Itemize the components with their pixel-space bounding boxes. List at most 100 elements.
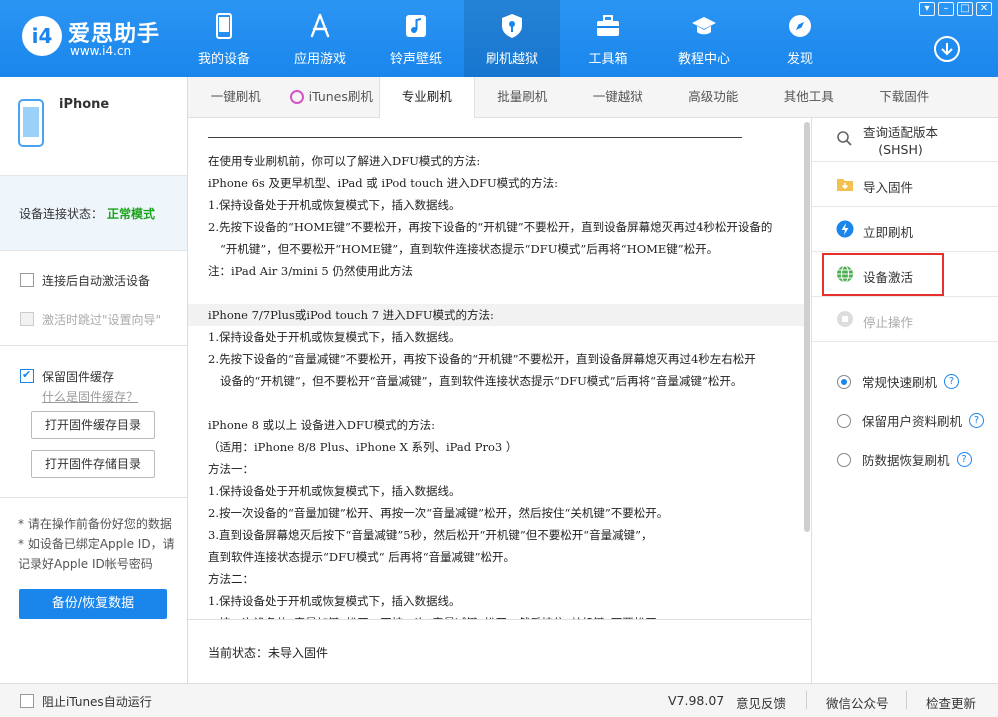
- stop-icon: [837, 311, 853, 327]
- folder-import-icon: [837, 179, 853, 191]
- connection-label: 设备连接状态：: [19, 207, 104, 221]
- backup-restore-button[interactable]: 备份/恢复数据: [19, 589, 167, 619]
- stop-operation-label: 停止操作: [863, 315, 914, 330]
- close-icon[interactable]: ✕: [976, 2, 992, 16]
- instruction-line: 方法二：: [208, 572, 254, 586]
- wechat-link[interactable]: 微信公众号: [826, 693, 889, 712]
- help-icon[interactable]: ?: [956, 452, 972, 467]
- instruction-lines: 在使用专业刷机前，你可以了解进入DFU模式的方法: iPhone 6s 及更早机型…: [188, 150, 804, 619]
- version-label: V7.98.07: [668, 693, 725, 708]
- divider: [906, 691, 907, 709]
- tab-advanced[interactable]: 高级功能: [666, 77, 762, 117]
- main-nav: 我的设备 应用游戏 铃声壁纸 刷机越狱 工具箱 教程中心 发现: [176, 0, 848, 77]
- instruction-line: 1.保持设备处于开机或恢复模式下，插入数据线。: [208, 330, 461, 344]
- nav-discover[interactable]: 发现: [752, 0, 848, 77]
- instruction-line: 在使用专业刷机前，你可以了解进入DFU模式的方法:: [208, 154, 481, 168]
- phone-icon: [216, 13, 232, 39]
- divider: [806, 691, 807, 709]
- app-logo: i4 爱思助手 www.i4.cn: [22, 14, 202, 64]
- vertical-scrollbar[interactable]: [804, 122, 810, 532]
- nav-label: 我的设备: [197, 52, 250, 67]
- status-bar: 当前状态：未导入固件: [188, 619, 812, 683]
- keep-cache-checkbox[interactable]: [20, 368, 34, 383]
- maximize-icon[interactable]: □: [957, 2, 973, 16]
- nav-tutorial-center[interactable]: 教程中心: [656, 0, 752, 77]
- flash-mode-anti-recovery[interactable]: 防数据恢复刷机 ?: [837, 450, 972, 469]
- query-shsh-button[interactable]: 查询适配版本 (SHSH): [812, 118, 998, 162]
- nav-label: 教程中心: [677, 52, 730, 67]
- instruction-line: iPhone 7/7Plus或iPod touch 7 进入DFU模式的方法:: [188, 304, 804, 326]
- block-itunes-checkbox[interactable]: [20, 694, 34, 708]
- device-name: iPhone: [59, 97, 110, 112]
- instruction-line: iPhone 6s 及更早机型、iPad 或 iPod touch 进入DFU模…: [208, 176, 559, 190]
- instruction-line: （适用：iPhone 8/8 Plus、iPhone X 系列、iPad Pro…: [208, 440, 518, 454]
- keep-cache-option[interactable]: 保留固件缓存 什么是固件缓存？: [20, 368, 138, 405]
- tab-other-tools[interactable]: 其他工具: [761, 77, 857, 117]
- instruction-line: 2.按一次设备的“音量加键”松开、再按一次“音量减键”松开，然后按住“关机键”不…: [208, 506, 669, 520]
- auto-activate-label: 连接后自动激活设备: [42, 274, 151, 288]
- backup-note: * 请在操作前备份好您的数据 * 如设备已绑定Apple ID，请记录好Appl…: [18, 514, 182, 574]
- instruction-line: [208, 392, 803, 414]
- instruction-line: 2.先按下设备的“音量减键”不要松开，再按下设备的“开机键”不要松开，直到设备屏…: [208, 352, 756, 366]
- nav-label: 应用游戏: [293, 52, 346, 67]
- top-header: i4 爱思助手 www.i4.cn 我的设备 应用游戏 铃声壁纸 刷机越狱 工具…: [0, 0, 998, 77]
- open-store-dir-button[interactable]: 打开固件存储目录: [31, 450, 155, 478]
- iphone-icon: [18, 99, 44, 147]
- radio-button[interactable]: [837, 413, 851, 428]
- tab-one-click-jailbreak[interactable]: 一键越狱: [570, 77, 666, 117]
- footer-bar: 阻止iTunes自动运行 V7.98.07 意见反馈 微信公众号 检查更新: [0, 683, 998, 717]
- window-controls: ▾ – □ ✕: [919, 2, 992, 16]
- connection-status: 设备连接状态： 正常模式: [0, 175, 187, 251]
- nav-my-device[interactable]: 我的设备: [176, 0, 272, 77]
- right-action-panel: 查询适配版本 (SHSH) 导入固件 立即刷机 设备激活 停止操作 常规快速刷机…: [812, 118, 998, 683]
- flash-mode-label: 保留用户资料刷机: [862, 414, 963, 429]
- instruction-line: 1.保持设备处于开机或恢复模式下，插入数据线。: [208, 594, 461, 608]
- radio-button[interactable]: [837, 374, 851, 389]
- minimize-icon[interactable]: –: [938, 2, 954, 16]
- skip-setup-option: 激活时跳过"设置向导": [20, 311, 161, 328]
- lightning-icon: [836, 220, 854, 238]
- feedback-link[interactable]: 意见反馈: [736, 693, 786, 712]
- nav-label: 铃声壁纸: [389, 52, 442, 67]
- stop-operation-button: 停止操作: [812, 297, 998, 342]
- instruction-line: 注：iPad Air 3/mini 5 仍然使用此方法: [208, 264, 413, 278]
- menu-dropdown-icon[interactable]: ▾: [919, 2, 935, 16]
- tab-label: iTunes刷机: [308, 89, 373, 104]
- itunes-icon: [289, 90, 304, 104]
- help-icon[interactable]: ?: [969, 413, 985, 428]
- instruction-line: 3.直到设备屏幕熄灭后按下“音量减键”5秒，然后松开“开机键”但不要松开“音量减…: [208, 528, 653, 542]
- nav-apps-games[interactable]: 应用游戏: [272, 0, 368, 77]
- flash-mode-label: 防数据恢复刷机: [862, 453, 950, 468]
- tab-pro-flash[interactable]: 专业刷机: [379, 77, 475, 118]
- nav-ringtones-wallpapers[interactable]: 铃声壁纸: [368, 0, 464, 77]
- auto-activate-option[interactable]: 连接后自动激活设备: [20, 272, 150, 289]
- import-firmware-button[interactable]: 导入固件: [812, 162, 998, 207]
- help-icon[interactable]: ?: [944, 374, 960, 389]
- note-line-2: * 如设备已绑定Apple ID，请记录好Apple ID帐号密码: [18, 537, 175, 571]
- tab-itunes-flash[interactable]: iTunes刷机: [284, 77, 380, 117]
- download-icon[interactable]: [934, 36, 960, 62]
- flash-mode-normal[interactable]: 常规快速刷机 ?: [837, 372, 960, 391]
- device-info: iPhone: [0, 77, 187, 175]
- skip-setup-label: 激活时跳过"设置向导": [42, 313, 162, 327]
- current-status: 当前状态：未导入固件: [208, 646, 329, 660]
- open-cache-dir-button[interactable]: 打开固件缓存目录: [31, 411, 155, 439]
- nav-toolbox[interactable]: 工具箱: [560, 0, 656, 77]
- instruction-line: iPhone 8 或以上 设备进入DFU模式的方法:: [208, 418, 436, 432]
- flash-tabs: 一键刷机 iTunes刷机 专业刷机 批量刷机 一键越狱 高级功能 其他工具 下…: [188, 77, 998, 118]
- tab-download-firmware[interactable]: 下载固件: [857, 77, 953, 117]
- block-itunes-option[interactable]: 阻止iTunes自动运行: [20, 693, 152, 710]
- nav-flash-jailbreak[interactable]: 刷机越狱: [464, 0, 560, 77]
- instruction-line: 直到软件连接状态提示“DFU模式“ 后再将“音量减键”松开。: [208, 550, 516, 564]
- flash-now-button[interactable]: 立即刷机: [812, 207, 998, 252]
- appstore-icon: [310, 13, 330, 38]
- tab-one-click-flash[interactable]: 一键刷机: [188, 77, 284, 117]
- auto-activate-checkbox[interactable]: [20, 273, 34, 287]
- import-firmware-label: 导入固件: [863, 180, 914, 195]
- flash-mode-keep-data[interactable]: 保留用户资料刷机 ?: [837, 411, 985, 430]
- check-update-link[interactable]: 检查更新: [926, 693, 976, 712]
- what-is-cache-link[interactable]: 什么是固件缓存？: [42, 388, 138, 405]
- radio-button[interactable]: [837, 452, 851, 467]
- music-icon: [406, 15, 426, 37]
- tab-batch-flash[interactable]: 批量刷机: [475, 77, 571, 117]
